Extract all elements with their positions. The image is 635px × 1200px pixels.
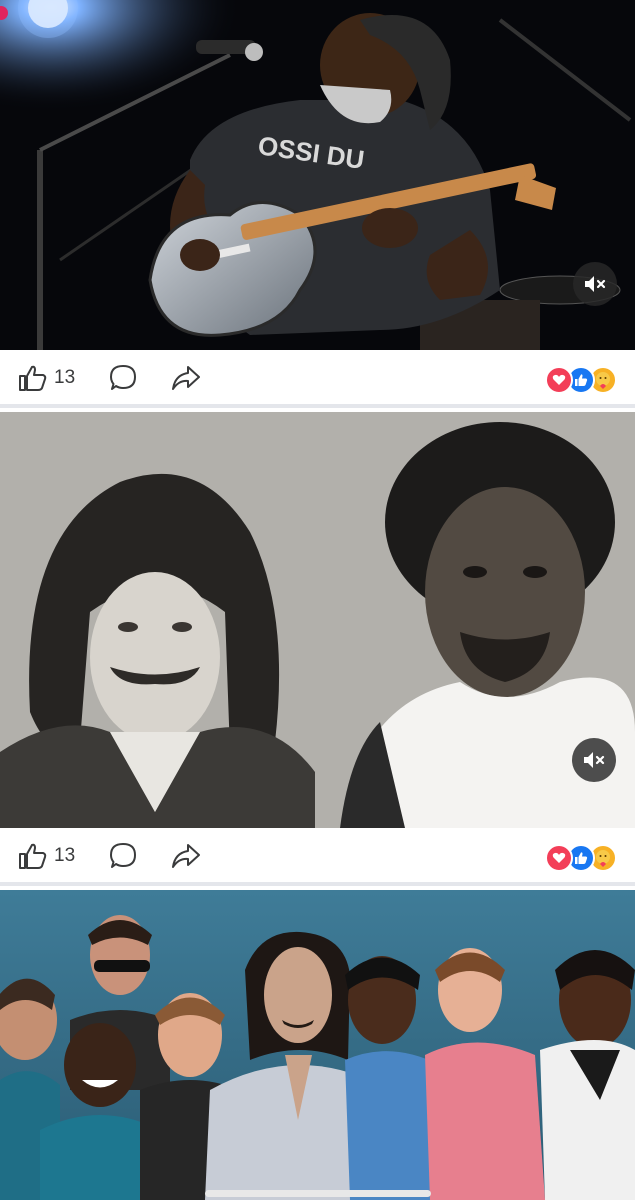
- like-button[interactable]: 13: [18, 842, 75, 870]
- reaction-summary[interactable]: [545, 844, 617, 872]
- guitarist-on-stage-photo: OSSI DU: [0, 0, 635, 350]
- post-2-photo[interactable]: [0, 412, 635, 828]
- comment-bubble-icon: [110, 365, 137, 390]
- thumbs-up-icon: [19, 365, 47, 391]
- like-count: 13: [54, 845, 76, 866]
- comment-button[interactable]: [109, 364, 137, 392]
- like-button[interactable]: 13: [18, 364, 75, 392]
- like-count: 13: [54, 367, 76, 388]
- black-and-white-duo-portrait: [0, 412, 635, 828]
- post-1-action-bar: 13: [0, 350, 635, 408]
- love-reaction-icon: [545, 844, 573, 872]
- love-reaction-icon: [545, 366, 573, 394]
- feed: OSSI DU 13 13: [0, 0, 635, 1200]
- comment-button[interactable]: [109, 842, 137, 870]
- post-2-action-bar: 13: [0, 828, 635, 886]
- comment-bubble-icon: [110, 843, 137, 868]
- share-button[interactable]: [171, 365, 201, 391]
- thumbs-up-icon: [19, 843, 47, 869]
- reaction-summary[interactable]: [545, 366, 617, 394]
- share-button[interactable]: [171, 843, 201, 869]
- home-indicator[interactable]: [205, 1190, 431, 1197]
- share-arrow-icon: [172, 844, 201, 868]
- post-1-photo[interactable]: OSSI DU: [0, 0, 635, 350]
- band-group-photo: [0, 890, 635, 1200]
- post-3-photo[interactable]: [0, 890, 635, 1200]
- share-arrow-icon: [172, 366, 201, 390]
- speaker-muted-icon: [585, 276, 606, 292]
- speaker-muted-icon: [584, 752, 605, 768]
- mute-toggle-button[interactable]: [572, 738, 616, 782]
- mute-toggle-button[interactable]: [573, 262, 617, 306]
